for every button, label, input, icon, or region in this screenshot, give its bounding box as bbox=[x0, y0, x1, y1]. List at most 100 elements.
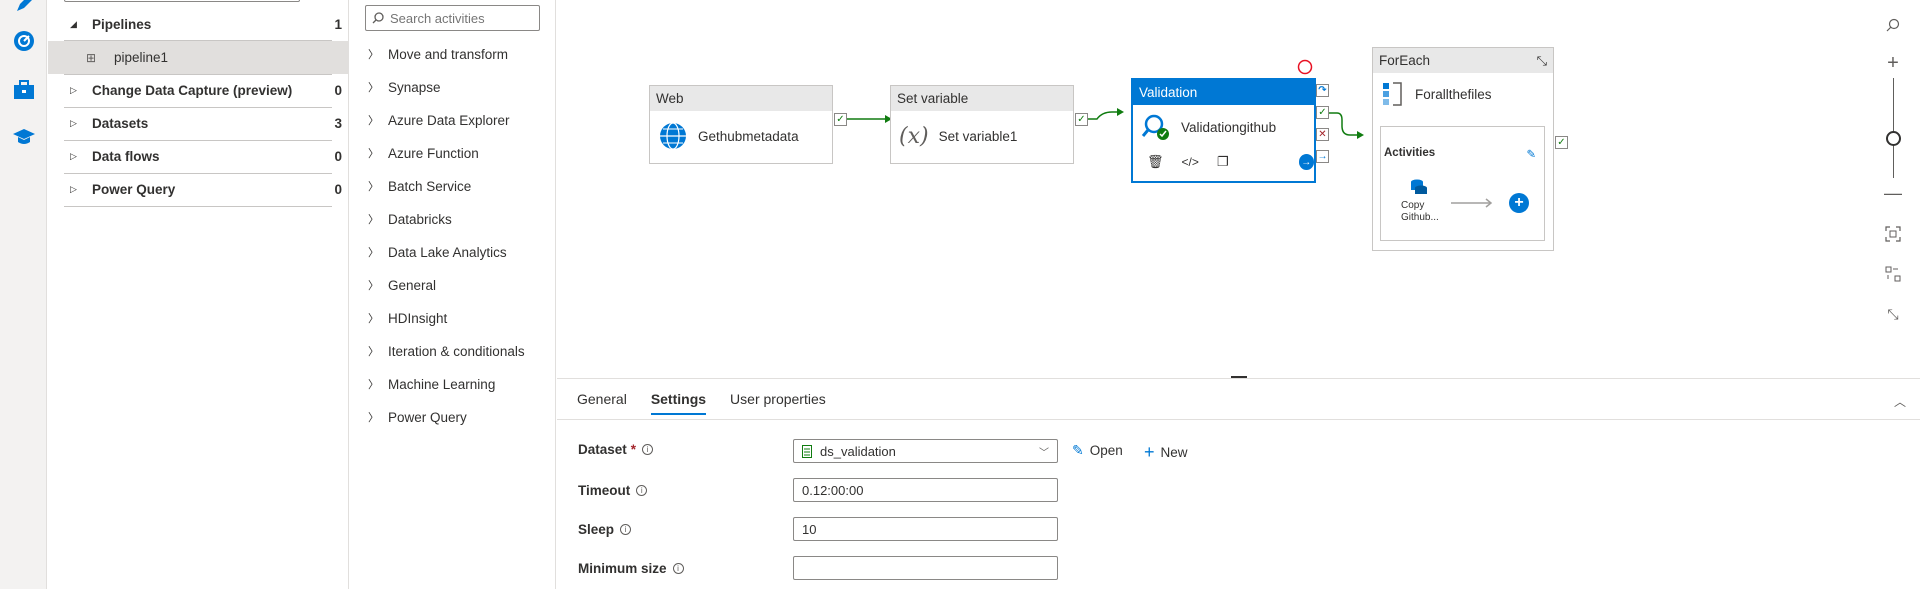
fit-to-screen-icon[interactable] bbox=[1880, 221, 1906, 247]
info-icon[interactable]: i bbox=[642, 444, 654, 455]
new-button[interactable]: + New bbox=[1144, 442, 1188, 463]
timeout-input[interactable] bbox=[793, 478, 1058, 502]
activity-node-set-variable[interactable]: Set variable (x) Set variable1 bbox=[890, 85, 1074, 164]
chevron-down-icon: ﹀ bbox=[1039, 447, 1049, 459]
minimum-size-label-text: Minimum size bbox=[578, 561, 667, 576]
code-icon[interactable]: </> bbox=[1182, 155, 1199, 169]
info-icon[interactable]: i bbox=[620, 524, 632, 535]
delete-icon[interactable]: 🗑 bbox=[1147, 154, 1164, 170]
activity-node-validation[interactable]: Validation Validationgithub 🗑 </> ❐ → bbox=[1132, 79, 1315, 182]
copy-icon[interactable]: ❐ bbox=[1217, 154, 1229, 170]
pencil-icon[interactable] bbox=[12, 0, 36, 16]
pipeline-icon: ⊞ bbox=[86, 50, 97, 65]
minimum-size-input-field[interactable] bbox=[802, 560, 1057, 576]
search-icon[interactable] bbox=[1880, 12, 1906, 38]
tab-settings[interactable]: Settings bbox=[650, 391, 707, 415]
go-arrow-icon[interactable]: → bbox=[1298, 154, 1314, 170]
pipeline-canvas[interactable]: Web Gethubmetadata ✓ Set variable (x) Se… bbox=[557, 0, 1920, 378]
activity-group-hdinsight[interactable]: 〉 HDInsight bbox=[368, 306, 447, 330]
activity-group-general[interactable]: 〉 General bbox=[368, 273, 436, 297]
info-icon[interactable]: i bbox=[636, 485, 648, 496]
success-output-check[interactable]: ✓ bbox=[1075, 113, 1088, 126]
activity-group-label: General bbox=[388, 277, 437, 293]
collapsed-caret-icon: ▷ bbox=[70, 85, 77, 95]
activity-group-batch-service[interactable]: 〉 Batch Service bbox=[368, 174, 471, 198]
activity-group-label: Data Lake Analytics bbox=[388, 244, 507, 260]
zoom-slider-thumb[interactable] bbox=[1886, 131, 1901, 146]
dataset-select[interactable]: ds_validation ﹀ bbox=[793, 439, 1058, 463]
activities-search[interactable] bbox=[365, 5, 540, 31]
expanded-caret-icon: ◢ bbox=[70, 19, 77, 29]
failure-output-icon[interactable]: ✕ bbox=[1316, 128, 1329, 141]
toolbox-icon[interactable] bbox=[12, 78, 36, 102]
zoom-out-icon[interactable]: — bbox=[1880, 180, 1906, 206]
timeout-label: Timeout i bbox=[578, 483, 648, 498]
completion-output-icon[interactable]: → bbox=[1316, 150, 1329, 163]
tree-item-power-query[interactable]: ▷ Power Query 0 bbox=[64, 173, 348, 206]
edit-pencil-icon[interactable]: ✎ bbox=[1526, 147, 1536, 161]
activity-group-azure-function[interactable]: 〉 Azure Function bbox=[368, 141, 479, 165]
validation-icon bbox=[1141, 114, 1169, 140]
activity-group-data-lake-analytics[interactable]: 〉 Data Lake Analytics bbox=[368, 240, 507, 264]
add-activity-icon[interactable]: + bbox=[1509, 193, 1529, 213]
success-output-check[interactable]: ✓ bbox=[1555, 136, 1568, 149]
collapse-all-icon[interactable]: ⤡ bbox=[1880, 301, 1906, 327]
resources-search-box[interactable] bbox=[64, 0, 300, 2]
chevron-right-icon: 〉 bbox=[368, 346, 379, 358]
factory-resources-panel: ◢ Pipelines 1 ⊞ pipeline1 ▷ Change Data … bbox=[48, 0, 349, 589]
collapsed-caret-icon: ▷ bbox=[70, 151, 77, 161]
auto-align-icon[interactable] bbox=[1880, 261, 1906, 287]
timeout-input-field[interactable] bbox=[802, 482, 1057, 498]
dataset-label: Dataset * i bbox=[578, 442, 654, 457]
activity-group-label: HDInsight bbox=[388, 310, 448, 326]
chevron-right-icon: 〉 bbox=[368, 148, 379, 160]
zoom-slider-track[interactable] bbox=[1893, 78, 1894, 178]
tree-item-pipeline1[interactable]: ⊞ pipeline1 bbox=[48, 41, 348, 74]
chevron-right-icon: 〉 bbox=[368, 214, 379, 226]
chevron-right-icon: 〉 bbox=[368, 313, 379, 325]
monitor-icon[interactable] bbox=[12, 29, 36, 53]
activity-node-foreach[interactable]: ForEach ⤡ Forallthefiles Activities ✎ Co… bbox=[1372, 47, 1554, 251]
activity-group-move-and-transform[interactable]: 〉 Move and transform bbox=[368, 42, 508, 66]
tree-item-count: 3 bbox=[334, 116, 342, 131]
breakpoint-icon[interactable] bbox=[1297, 59, 1313, 75]
activity-node-web[interactable]: Web Gethubmetadata bbox=[649, 85, 833, 164]
inner-activities-box[interactable]: Activities ✎ Copy Github... + bbox=[1380, 126, 1545, 241]
chevron-up-icon[interactable]: ︿ bbox=[1894, 393, 1906, 410]
tree-item-label: Power Query bbox=[92, 182, 176, 197]
collapse-icon[interactable]: ⤡ bbox=[1537, 53, 1547, 69]
activities-search-input[interactable] bbox=[390, 10, 530, 26]
minimum-size-input[interactable] bbox=[793, 556, 1058, 580]
chevron-right-icon: 〉 bbox=[368, 181, 379, 193]
tree-item-datasets[interactable]: ▷ Datasets 3 bbox=[64, 107, 348, 140]
tree-item-pipelines[interactable]: ◢ Pipelines 1 bbox=[64, 8, 348, 41]
tree-item-label: Change Data Capture (preview) bbox=[92, 83, 293, 98]
tree-item-count: 0 bbox=[334, 83, 342, 98]
activity-group-synapse[interactable]: 〉 Synapse bbox=[368, 75, 441, 99]
inner-activity-label[interactable]: Copy Github... bbox=[1401, 200, 1441, 224]
learn-icon[interactable] bbox=[12, 125, 36, 149]
activity-group-databricks[interactable]: 〉 Databricks bbox=[368, 207, 452, 231]
inner-connector-arrow bbox=[1451, 198, 1493, 208]
activity-group-label: Machine Learning bbox=[388, 376, 496, 392]
tree-item-change-data-capture[interactable]: ▷ Change Data Capture (preview) 0 bbox=[64, 74, 348, 107]
info-icon[interactable]: i bbox=[672, 563, 684, 574]
tab-general[interactable]: General bbox=[577, 391, 627, 415]
skip-output-icon[interactable]: ↷ bbox=[1316, 84, 1329, 97]
node-type-label: ForEach bbox=[1379, 53, 1431, 68]
zoom-in-icon[interactable]: + bbox=[1880, 50, 1906, 76]
activity-group-iteration-conditionals[interactable]: 〉 Iteration & conditionals bbox=[368, 339, 525, 363]
tree-item-label: Data flows bbox=[92, 149, 160, 164]
open-button[interactable]: ✎ Open bbox=[1072, 442, 1123, 459]
success-output-check[interactable]: ✓ bbox=[834, 113, 847, 126]
activity-group-label: Azure Function bbox=[388, 145, 479, 161]
tree-item-data-flows[interactable]: ▷ Data flows 0 bbox=[64, 140, 348, 173]
success-output-check[interactable]: ✓ bbox=[1316, 106, 1329, 119]
dataset-icon bbox=[802, 444, 812, 458]
activity-group-power-query[interactable]: 〉 Power Query bbox=[368, 405, 467, 429]
sleep-input[interactable] bbox=[793, 517, 1058, 541]
tab-user-properties[interactable]: User properties bbox=[730, 391, 826, 415]
activity-group-machine-learning[interactable]: 〉 Machine Learning bbox=[368, 372, 495, 396]
sleep-input-field[interactable] bbox=[802, 521, 1057, 537]
activity-group-azure-data-explorer[interactable]: 〉 Azure Data Explorer bbox=[368, 108, 510, 132]
